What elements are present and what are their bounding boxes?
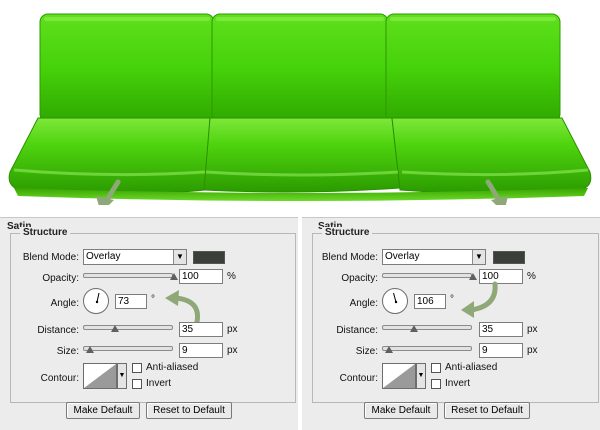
blend-mode-select[interactable]: Overlay ▼ [382,249,486,265]
angle-dial-icon [95,292,100,304]
reset-to-default-button[interactable]: Reset to Default [444,402,530,419]
structure-group: Structure Blend Mode: Overlay ▼ Opacity:… [312,227,599,403]
invert-checkbox[interactable] [132,379,142,389]
chevron-down-icon: ▼ [472,250,485,264]
size-label: Size: [355,346,378,357]
highlight-arrow-icon [165,290,201,325]
shadow-color-swatch[interactable] [493,251,525,264]
seat-cushion-left [8,117,211,194]
highlight-arrow-icon [461,281,498,318]
distance-unit: px [227,324,238,335]
distance-unit: px [527,324,538,335]
opacity-label: Opacity: [42,273,79,284]
opacity-unit: % [527,271,536,282]
reset-to-default-button[interactable]: Reset to Default [146,402,232,419]
angle-dial[interactable] [382,288,408,314]
contour-dropdown[interactable]: ▼ [117,363,127,389]
opacity-unit: % [227,271,236,282]
structure-heading: Structure [322,227,373,238]
size-input[interactable]: 9 [479,343,523,358]
blend-mode-value: Overlay [385,251,420,262]
opacity-label: Opacity: [341,273,378,284]
contour-label: Contour: [339,373,378,384]
anti-aliased-label: Anti-aliased [445,362,498,373]
back-cushion-right [385,13,561,123]
anti-aliased-checkbox[interactable] [431,363,441,373]
opacity-slider-thumb[interactable] [469,273,477,280]
angle-label: Angle: [349,298,378,309]
size-input[interactable]: 9 [179,343,223,358]
distance-slider[interactable] [83,325,173,330]
size-slider-thumb[interactable] [385,346,393,353]
blend-mode-label: Blend Mode: [22,252,79,263]
contour-label: Contour: [40,373,79,384]
green-sofa-illustration [8,13,592,205]
angle-input[interactable]: 73 [115,294,147,309]
distance-slider[interactable] [382,325,472,330]
satin-panel-right: Satin Structure Blend Mode: Overlay ▼ Op… [302,217,600,430]
angle-unit: ° [151,294,155,305]
satin-panel-left: Satin Structure Blend Mode: Overlay ▼ Op… [0,217,298,430]
make-default-button[interactable]: Make Default [364,402,438,419]
contour-dropdown[interactable]: ▼ [416,363,426,389]
seat-cushion-middle [203,117,401,193]
opacity-slider[interactable] [83,273,173,278]
size-unit: px [527,345,538,356]
blend-mode-label: Blend Mode: [321,252,378,263]
make-default-button[interactable]: Make Default [66,402,140,419]
back-cushion-middle [211,13,389,123]
size-slider[interactable] [382,346,472,351]
angle-dial-icon [393,292,398,304]
invert-label: Invert [445,378,471,389]
angle-label: Angle: [50,298,79,309]
opacity-input[interactable]: 100 [179,269,223,284]
distance-label: Distance: [336,325,378,336]
distance-input[interactable]: 35 [179,322,223,337]
blend-mode-value: Overlay [86,251,121,262]
size-unit: px [227,345,238,356]
contour-picker[interactable] [83,363,117,389]
distance-input[interactable]: 35 [479,322,523,337]
structure-group: Structure Blend Mode: Overlay ▼ Opacity:… [10,227,296,403]
chevron-down-icon: ▼ [173,250,186,264]
size-slider[interactable] [83,346,173,351]
opacity-slider-thumb[interactable] [170,273,178,280]
contour-curve-icon [383,364,415,388]
angle-input[interactable]: 106 [414,294,446,309]
anti-aliased-checkbox[interactable] [132,363,142,373]
invert-checkbox[interactable] [431,379,441,389]
angle-dial[interactable] [83,288,109,314]
shadow-color-swatch[interactable] [193,251,225,264]
distance-label: Distance: [37,325,79,336]
size-slider-thumb[interactable] [86,346,94,353]
size-label: Size: [56,346,79,357]
contour-picker[interactable] [382,363,416,389]
structure-heading: Structure [20,227,71,238]
anti-aliased-label: Anti-aliased [146,362,199,373]
blend-mode-select[interactable]: Overlay ▼ [83,249,187,265]
distance-slider-thumb[interactable] [111,325,119,332]
opacity-slider[interactable] [382,273,472,278]
contour-curve-icon [84,364,116,388]
distance-slider-thumb[interactable] [410,325,418,332]
invert-label: Invert [146,378,172,389]
angle-unit: ° [450,294,454,305]
seat-cushion-right [391,117,592,194]
back-cushion-left [39,13,215,123]
